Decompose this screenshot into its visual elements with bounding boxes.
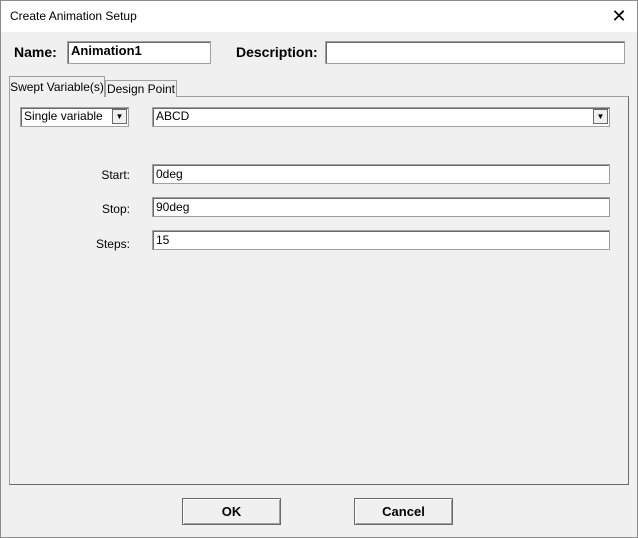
chevron-down-icon[interactable]: ▼ — [112, 109, 127, 124]
steps-input[interactable]: 15 — [152, 230, 610, 250]
variable-dropdown[interactable]: ABCD ▼ — [152, 107, 610, 127]
name-input[interactable]: Animation1 — [67, 41, 211, 64]
close-icon[interactable]: ✕ — [607, 5, 631, 27]
variable-value: ABCD — [156, 109, 190, 123]
steps-label: Steps: — [95, 237, 130, 251]
cancel-button[interactable]: Cancel — [354, 498, 453, 525]
dialog-window: Create Animation Setup ✕ Name: Animation… — [0, 0, 638, 538]
start-input[interactable]: 0deg — [152, 164, 610, 184]
mode-dropdown[interactable]: Single variable ▼ — [20, 107, 129, 127]
title-bar: Create Animation Setup ✕ — [1, 1, 637, 32]
ok-button[interactable]: OK — [182, 498, 281, 525]
name-label: Name: — [14, 44, 57, 60]
mode-value: Single variable — [24, 109, 103, 123]
tab-swept-variables[interactable]: Swept Variable(s) — [9, 76, 105, 97]
start-label: Start: — [101, 168, 130, 182]
tab-panel — [9, 96, 629, 485]
stop-label: Stop: — [101, 202, 130, 216]
description-input[interactable] — [325, 41, 625, 64]
window-title: Create Animation Setup — [10, 9, 137, 23]
description-label: Description: — [236, 44, 318, 60]
stop-input[interactable]: 90deg — [152, 197, 610, 217]
chevron-down-icon[interactable]: ▼ — [593, 109, 608, 124]
tab-design-point[interactable]: Design Point — [105, 80, 177, 97]
